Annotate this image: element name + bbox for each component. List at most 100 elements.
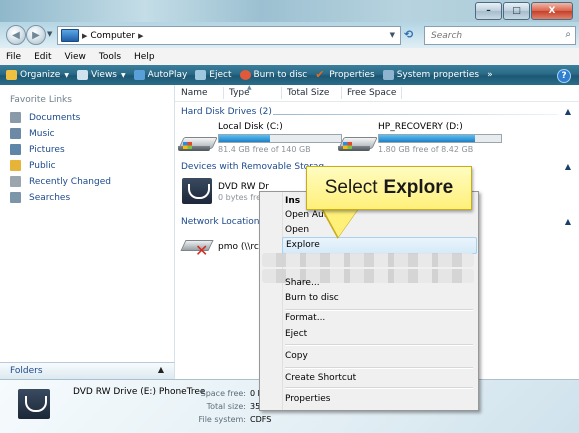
sidebar-item-pictures[interactable]: Pictures <box>10 144 65 155</box>
column-divider[interactable] <box>341 87 342 99</box>
network-drive-disconnected-icon[interactable]: ✕ <box>180 235 214 259</box>
menu-item-burn-to-disc[interactable]: Burn to disc <box>285 290 471 306</box>
group-header-hard-disk-drives[interactable]: Hard Disk Drives (2) <box>181 107 272 117</box>
back-button[interactable]: ◀ <box>6 25 26 45</box>
folders-toggle[interactable]: Folders ▲ <box>0 362 175 380</box>
sidebar-item-documents[interactable]: Documents <box>10 112 80 123</box>
column-free-space[interactable]: Free Space <box>347 88 396 98</box>
column-headers: Name Type ▲ Total Size Free Space <box>175 84 579 102</box>
hard-drive-icon[interactable] <box>338 134 378 154</box>
organize-icon <box>6 70 17 80</box>
sidebar-item-label: Pictures <box>29 144 65 155</box>
callout-prefix: Select <box>324 177 378 198</box>
forward-button[interactable]: ▶ <box>26 25 46 45</box>
menu-bar: File Edit View Tools Help <box>0 48 579 66</box>
properties-button[interactable]: ✔ Properties <box>315 69 374 80</box>
searches-icon <box>10 192 21 203</box>
sidebar-item-searches[interactable]: Searches <box>10 192 70 203</box>
chevron-down-icon: ▼ <box>121 71 126 79</box>
caption-buttons: – □ X <box>474 2 573 20</box>
collapse-icon[interactable]: ▲ <box>565 217 571 226</box>
pictures-icon <box>10 144 21 155</box>
drive-d-name[interactable]: HP_RECOVERY (D:) <box>378 122 463 132</box>
explorer-window: – □ X ◀ ▶ ▼ ▶ Computer ▶ ▼ ⟲ ⌕ File Edit… <box>0 0 579 433</box>
system-properties-button[interactable]: System properties <box>382 70 479 80</box>
details-label: Space free: <box>200 389 246 398</box>
views-icon <box>76 70 88 80</box>
column-divider[interactable] <box>281 87 282 99</box>
refresh-icon[interactable]: ⟲ <box>404 28 413 41</box>
dvd-drive-icon[interactable] <box>182 178 212 204</box>
instruction-callout: Select Explore <box>306 166 472 210</box>
menu-tools[interactable]: Tools <box>93 52 128 62</box>
menu-item-format[interactable]: Format... <box>285 310 471 326</box>
eject-label: Eject <box>209 70 232 80</box>
organize-button[interactable]: Organize ▼ <box>6 70 69 80</box>
menu-separator <box>285 387 473 389</box>
drive-c-free-space: 81.4 GB free of 140 GB <box>218 145 311 154</box>
breadcrumb-arrow-icon[interactable]: ▶ <box>82 32 87 40</box>
sidebar-item-music[interactable]: Music <box>10 128 55 139</box>
sidebar-item-label: Recently Changed <box>29 176 111 187</box>
column-divider[interactable] <box>401 87 402 99</box>
address-dropdown-icon[interactable]: ▼ <box>390 31 395 39</box>
documents-icon <box>10 112 21 123</box>
close-button[interactable]: X <box>531 2 573 20</box>
minimize-button[interactable]: – <box>475 2 502 20</box>
menu-item-explore[interactable]: Explore <box>282 237 477 254</box>
chevron-down-icon: ▼ <box>64 71 69 79</box>
menu-view[interactable]: View <box>59 52 93 62</box>
help-icon[interactable]: ? <box>557 69 571 83</box>
column-total-size[interactable]: Total Size <box>287 88 329 98</box>
forward-arrow-icon: ▶ <box>32 29 40 41</box>
collapse-icon[interactable]: ▲ <box>565 107 571 116</box>
search-box[interactable]: ⌕ <box>424 26 576 45</box>
system-icon <box>382 70 394 80</box>
sidebar-item-public[interactable]: Public <box>10 160 56 171</box>
search-icon[interactable]: ⌕ <box>565 29 571 40</box>
autoplay-button[interactable]: AutoPlay <box>133 70 188 80</box>
chevron-up-icon: ▲ <box>157 365 164 374</box>
views-label: Views <box>90 70 117 80</box>
collapse-icon[interactable]: ▲ <box>565 162 571 171</box>
folders-label: Folders <box>10 366 43 376</box>
menu-item-create-shortcut[interactable]: Create Shortcut <box>285 370 471 386</box>
column-divider[interactable] <box>223 87 224 99</box>
context-menu: Ins Open AutoPlay Open Explore Share... … <box>259 191 479 411</box>
menu-help[interactable]: Help <box>128 52 162 62</box>
search-input[interactable] <box>429 29 559 42</box>
menu-separator <box>285 344 473 346</box>
context-menu-gutter <box>260 192 283 410</box>
sidebar-item-recently-changed[interactable]: Recently Changed <box>10 176 111 187</box>
eject-icon <box>195 70 207 80</box>
sidebar-item-label: Searches <box>29 192 71 203</box>
navigation-pane: Favorite Links Documents Music Pictures … <box>0 85 175 362</box>
menu-item-eject[interactable]: Eject <box>285 326 471 342</box>
hard-drive-icon[interactable] <box>178 134 218 154</box>
recent-pages-dropdown[interactable]: ▼ <box>47 30 52 38</box>
menu-item-open[interactable]: Open <box>285 222 471 238</box>
more-commands-button[interactable]: » <box>487 70 493 80</box>
burn-button[interactable]: Burn to disc <box>239 70 307 80</box>
menu-item-properties[interactable]: Properties <box>285 391 471 407</box>
menu-item-copy[interactable]: Copy <box>285 348 471 364</box>
menu-item-share[interactable]: Share... <box>285 275 471 291</box>
group-header-removable-storage[interactable]: Devices with Removable Storag <box>181 162 324 172</box>
back-arrow-icon: ◀ <box>12 29 20 41</box>
address-bar[interactable]: ▶ Computer ▶ ▼ <box>57 26 401 45</box>
sidebar-item-label: Documents <box>29 112 81 123</box>
drive-c-name[interactable]: Local Disk (C:) <box>218 122 283 132</box>
column-name[interactable]: Name <box>181 88 208 98</box>
menu-edit[interactable]: Edit <box>28 52 58 62</box>
breadcrumb-arrow-icon[interactable]: ▶ <box>138 32 143 40</box>
network-drive-name[interactable]: pmo (\\rch <box>218 242 265 252</box>
drive-d-usage-bar <box>378 134 502 143</box>
eject-button[interactable]: Eject <box>195 70 232 80</box>
maximize-button[interactable]: □ <box>503 2 530 20</box>
autoplay-label: AutoPlay <box>147 70 188 80</box>
breadcrumb-computer[interactable]: Computer <box>90 31 135 41</box>
recent-icon <box>10 176 21 187</box>
menu-file[interactable]: File <box>0 52 28 62</box>
views-button[interactable]: Views ▼ <box>76 70 126 80</box>
burn-icon <box>239 70 251 80</box>
